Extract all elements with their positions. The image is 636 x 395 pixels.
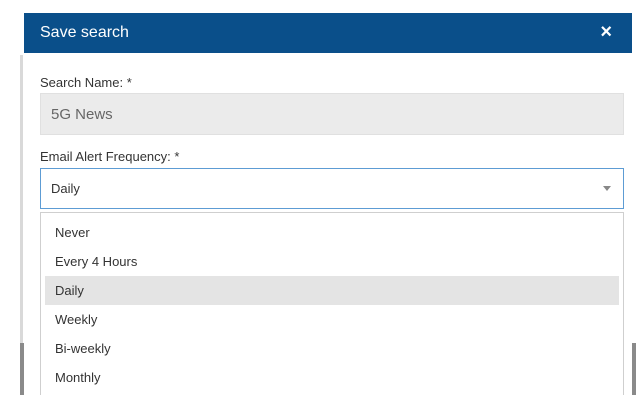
dialog-header: Save search × — [24, 13, 632, 53]
dropdown-option-every-4-hours[interactable]: Every 4 Hours — [45, 247, 619, 276]
chevron-down-icon[interactable] — [603, 186, 611, 191]
dropdown-option-weekly[interactable]: Weekly — [45, 305, 619, 334]
email-frequency-selected-value: Daily — [51, 181, 80, 196]
dropdown-option-never[interactable]: Never — [45, 218, 619, 247]
close-icon[interactable]: × — [600, 21, 612, 43]
search-name-label: Search Name: * — [40, 75, 132, 90]
dialog-title: Save search — [40, 24, 129, 41]
page: Save search × Search Name: * Email Alert… — [0, 0, 636, 395]
dropdown-option-bi-weekly[interactable]: Bi-weekly — [45, 334, 619, 363]
email-frequency-select[interactable]: Daily — [40, 168, 624, 209]
dropdown-option-daily[interactable]: Daily — [45, 276, 619, 305]
frequency-dropdown-list: Never Every 4 Hours Daily Weekly Bi-week… — [40, 212, 624, 395]
dropdown-option-monthly[interactable]: Monthly — [45, 363, 619, 392]
email-frequency-label: Email Alert Frequency: * — [40, 149, 180, 164]
search-name-input[interactable] — [40, 93, 624, 135]
